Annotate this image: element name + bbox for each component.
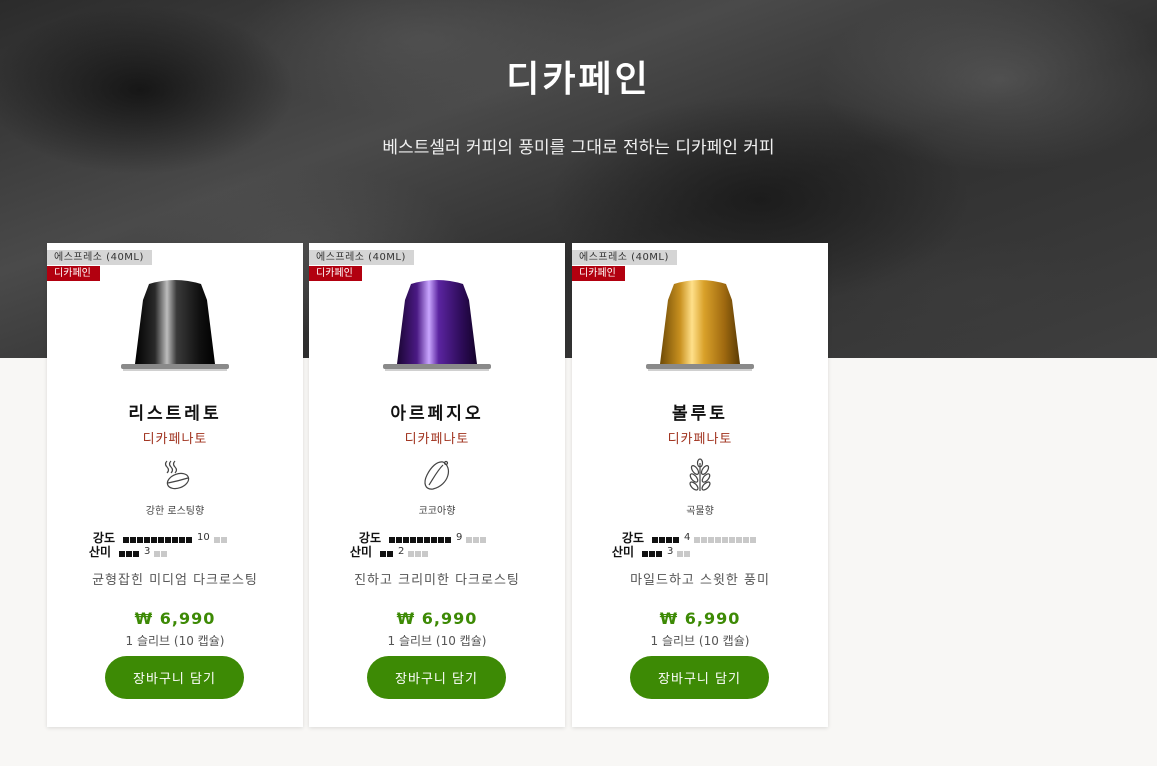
product-name: 리스트레토 [128,404,222,424]
intensity-value: 10 [197,531,210,543]
product-card[interactable]: 에스프레소 (40ML) 디카페인 아르페지오 디카페나토 코코아향 강도 9 … [309,243,565,727]
acidity-meter: 산미 2 [342,542,429,561]
decaf-badge: 디카페인 [309,266,362,281]
acidity-value: 2 [398,545,405,557]
aroma-label: 곡물향 [686,506,714,517]
acidity-meter: 산미 3 [604,542,691,561]
intensity-off [466,528,487,547]
grain-icon [689,458,711,491]
acidity-label: 산미 [88,544,111,559]
acidity-on [119,542,140,561]
capsule-image [121,280,229,371]
roasted-bean-icon [164,460,190,490]
product-unit: 1 슬리브 (10 캡슐) [387,634,487,648]
add-to-cart-button[interactable]: 장바구니 담기 [630,656,769,699]
page-subtitle: 베스트셀러 커피의 풍미를 그대로 전하는 디카페인 커피 [382,138,775,158]
product-name: 아르페지오 [390,404,484,424]
aroma-label: 강한 로스팅향 [145,506,205,517]
decaf-badge: 디카페인 [572,266,625,281]
capsule-image [383,280,491,371]
cup-size-tag: 에스프레소 (40ML) [309,250,414,265]
product-description: 진하고 크리미한 다크로스팅 [354,573,520,588]
cocoa-pod-icon [424,460,450,490]
product-price: ₩ 6,990 [659,609,741,628]
product-card[interactable]: 에스프레소 (40ML) 디카페인 리스트레토 디카페나토 강한 로스팅향 강도… [47,243,303,727]
acidity-off [154,542,168,561]
product-unit: 1 슬리브 (10 캡슐) [650,634,750,648]
acidity-label: 산미 [349,544,372,559]
acidity-value: 3 [144,545,151,557]
product-description: 마일드하고 스윗한 풍미 [630,573,770,588]
product-origin: 디카페나토 [404,432,470,447]
add-to-cart-button[interactable]: 장바구니 담기 [105,656,244,699]
acidity-on [642,542,663,561]
intensity-off [213,528,228,547]
page-title: 디카페인 [506,59,651,100]
acidity-off [677,542,691,561]
product-origin: 디카페나토 [667,432,733,447]
product-unit: 1 슬리브 (10 캡슐) [125,634,225,648]
product-price: ₩ 6,990 [396,609,478,628]
aroma-label: 코코아향 [418,506,456,517]
product-price: ₩ 6,990 [134,609,216,628]
product-card[interactable]: 에스프레소 (40ML) 디카페인 볼루토 디카페나토 곡물향 강도 4 산미 [572,243,828,727]
capsule-image [646,280,754,371]
cup-size-tag: 에스프레소 (40ML) [47,250,152,265]
acidity-meter: 산미 3 [81,542,168,561]
intensity-value: 9 [456,531,463,543]
acidity-value: 3 [667,545,674,557]
add-to-cart-button[interactable]: 장바구니 담기 [367,656,506,699]
decaf-badge: 디카페인 [47,266,100,281]
intensity-off [694,528,757,547]
cup-size-tag: 에스프레소 (40ML) [572,250,677,265]
product-name: 볼루토 [672,404,728,424]
acidity-label: 산미 [611,544,634,559]
product-origin: 디카페나토 [142,432,208,447]
acidity-off [408,542,429,561]
acidity-on [380,542,394,561]
product-description: 균형잡힌 미디엄 다크로스팅 [92,573,258,588]
